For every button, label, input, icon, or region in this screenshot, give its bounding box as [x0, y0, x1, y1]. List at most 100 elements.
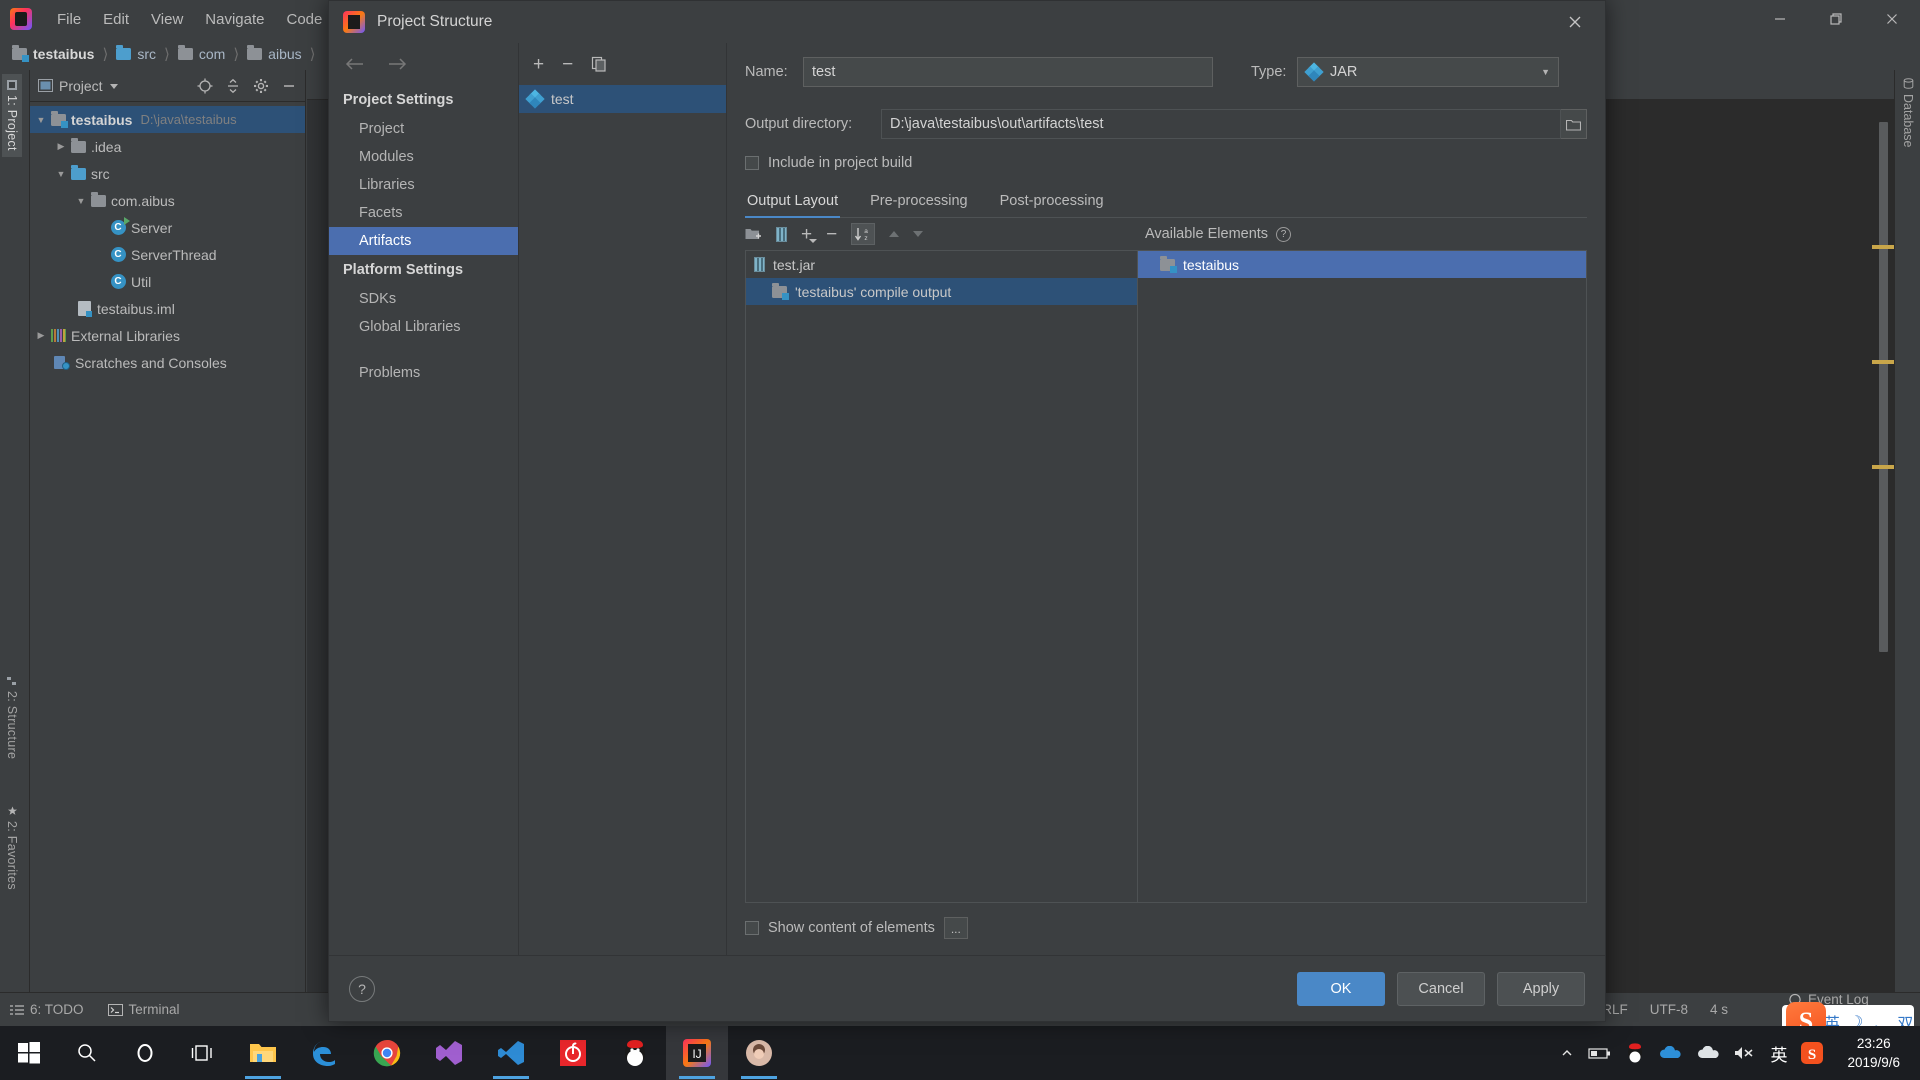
chevron-down-icon[interactable]: [109, 81, 119, 91]
scrollbar-thumb[interactable]: [1879, 122, 1888, 652]
ok-button[interactable]: OK: [1297, 971, 1385, 1006]
menu-navigate[interactable]: Navigate: [194, 7, 275, 32]
collapse-all-icon[interactable]: [225, 78, 241, 94]
output-tree-row-compile-output[interactable]: 'testaibus' compile output: [746, 278, 1137, 305]
artifact-type-select[interactable]: JAR ▼: [1297, 57, 1559, 87]
ime-en-icon[interactable]: 英: [1770, 1041, 1787, 1066]
battery-icon[interactable]: [1588, 1046, 1612, 1060]
sogou-tray-icon[interactable]: S: [1801, 1042, 1824, 1064]
breadcrumb-item-src[interactable]: src: [116, 45, 156, 62]
output-layout-tree[interactable]: test.jar 'testaibus' compile output: [745, 250, 1137, 903]
collapse-arrow-icon[interactable]: ▶: [54, 141, 68, 152]
category-item-sdks[interactable]: SDKs: [329, 285, 518, 313]
copy-icon[interactable]: [591, 56, 607, 72]
category-item-artifacts[interactable]: Artifacts: [329, 227, 518, 255]
tree-item-testaibus[interactable]: ▼ testaibus D:\java\testaibus: [30, 106, 305, 133]
volume-muted-icon[interactable]: [1734, 1045, 1756, 1061]
add-directory-icon[interactable]: [745, 227, 762, 242]
breadcrumb-item-aibus[interactable]: aibus: [247, 45, 302, 62]
add-archive-icon[interactable]: [776, 226, 787, 242]
edge-browser-icon[interactable]: [294, 1026, 356, 1080]
sort-az-icon[interactable]: az: [851, 223, 876, 245]
category-item-global-libraries[interactable]: Global Libraries: [329, 313, 518, 341]
onedrive-blue-icon[interactable]: [1658, 1046, 1682, 1060]
tree-item-server[interactable]: C Server: [30, 214, 305, 241]
tree-item-util[interactable]: C Util: [30, 268, 305, 295]
collapse-arrow-icon[interactable]: ▶: [34, 330, 48, 341]
include-in-build-checkbox[interactable]: [745, 156, 759, 170]
menu-view[interactable]: View: [140, 7, 194, 32]
tree-item-iml[interactable]: testaibus.iml: [30, 295, 305, 322]
sidebar-tab-project[interactable]: 1: Project: [2, 74, 22, 157]
onedrive-white-icon[interactable]: [1696, 1046, 1720, 1060]
status-terminal[interactable]: Terminal: [107, 1002, 180, 1017]
avatar-icon[interactable]: [728, 1026, 790, 1080]
apply-button[interactable]: Apply: [1497, 971, 1585, 1006]
sidebar-tab-structure[interactable]: 2: Structure: [2, 670, 22, 765]
restore-icon[interactable]: [1808, 0, 1864, 38]
category-item-facets[interactable]: Facets: [329, 199, 518, 227]
visual-studio-icon[interactable]: [418, 1026, 480, 1080]
qq-tray-icon[interactable]: [1626, 1043, 1644, 1063]
locate-icon[interactable]: [197, 78, 213, 94]
tree-item-serverthread[interactable]: C ServerThread: [30, 241, 305, 268]
move-down-icon[interactable]: [913, 231, 924, 237]
dialog-close-icon[interactable]: [1549, 1, 1601, 43]
task-view-icon[interactable]: [174, 1026, 232, 1080]
status-encoding[interactable]: UTF-8: [1650, 1002, 1688, 1017]
tab-pre-processing[interactable]: Pre-processing: [868, 189, 970, 217]
intellij-idea-icon[interactable]: IJ: [666, 1026, 728, 1080]
search-icon[interactable]: [58, 1026, 116, 1080]
back-arrow-icon[interactable]: [345, 56, 365, 72]
tree-item-scratches[interactable]: Scratches and Consoles: [30, 349, 305, 376]
menu-code[interactable]: Code: [275, 7, 333, 32]
add-icon[interactable]: +: [533, 55, 544, 74]
close-icon[interactable]: [1864, 0, 1920, 38]
tree-item-external-libraries[interactable]: ▶ External Libraries: [30, 322, 305, 349]
netease-music-icon[interactable]: [542, 1026, 604, 1080]
output-directory-input[interactable]: D:\java\testaibus\out\artifacts\test: [881, 109, 1561, 139]
menu-file[interactable]: File: [46, 7, 92, 32]
help-icon[interactable]: ?: [1276, 226, 1292, 242]
include-in-build-row[interactable]: Include in project build: [745, 155, 1587, 171]
category-item-problems[interactable]: Problems: [329, 359, 518, 387]
forward-arrow-icon[interactable]: [387, 56, 407, 72]
available-elements-list[interactable]: testaibus: [1137, 250, 1587, 903]
expand-arrow-icon[interactable]: ▼: [34, 115, 48, 125]
tab-output-layout[interactable]: Output Layout: [745, 189, 841, 218]
remove-icon[interactable]: −: [562, 55, 573, 74]
artifact-item-test[interactable]: test: [519, 85, 726, 113]
category-item-libraries[interactable]: Libraries: [329, 171, 518, 199]
chevron-up-icon[interactable]: [1560, 1046, 1574, 1060]
output-tree-row-jar[interactable]: test.jar: [746, 251, 1137, 278]
artifact-name-input[interactable]: test: [803, 57, 1213, 87]
sidebar-tab-database[interactable]: Database: [1895, 70, 1920, 156]
tree-item-com-aibus[interactable]: ▼ com.aibus: [30, 187, 305, 214]
status-todo[interactable]: 6: TODO: [10, 1002, 84, 1017]
folder-browse-icon[interactable]: [1561, 109, 1587, 139]
vscode-icon[interactable]: [480, 1026, 542, 1080]
remove-minus-icon[interactable]: −: [826, 225, 837, 244]
windows-start-icon[interactable]: [0, 1026, 58, 1080]
tab-post-processing[interactable]: Post-processing: [998, 189, 1106, 217]
minimize-icon[interactable]: [1752, 0, 1808, 38]
hide-panel-icon[interactable]: [281, 78, 297, 94]
show-content-options-button[interactable]: ...: [943, 917, 968, 939]
show-content-checkbox[interactable]: [745, 921, 759, 935]
settings-gear-icon[interactable]: [253, 78, 269, 94]
tree-item-src[interactable]: ▼ src: [30, 160, 305, 187]
available-element-testaibus[interactable]: testaibus: [1138, 251, 1586, 278]
tree-item-idea[interactable]: ▶ .idea: [30, 133, 305, 160]
qq-icon[interactable]: [604, 1026, 666, 1080]
chevron-down-icon[interactable]: ▼: [1541, 67, 1550, 77]
help-button[interactable]: ?: [349, 975, 375, 1002]
menu-edit[interactable]: Edit: [92, 7, 140, 32]
sidebar-tab-favorites[interactable]: 2: Favorites: [2, 800, 22, 896]
editor-scrollbar[interactable]: [1879, 108, 1888, 968]
breadcrumb-item-testaibus[interactable]: testaibus: [12, 45, 94, 62]
taskbar-clock[interactable]: 23:26 2019/9/6: [1837, 1034, 1910, 1072]
add-plus-icon[interactable]: +: [801, 225, 818, 244]
category-item-project[interactable]: Project: [329, 115, 518, 143]
cancel-button[interactable]: Cancel: [1397, 971, 1485, 1006]
file-explorer-icon[interactable]: [232, 1026, 294, 1080]
